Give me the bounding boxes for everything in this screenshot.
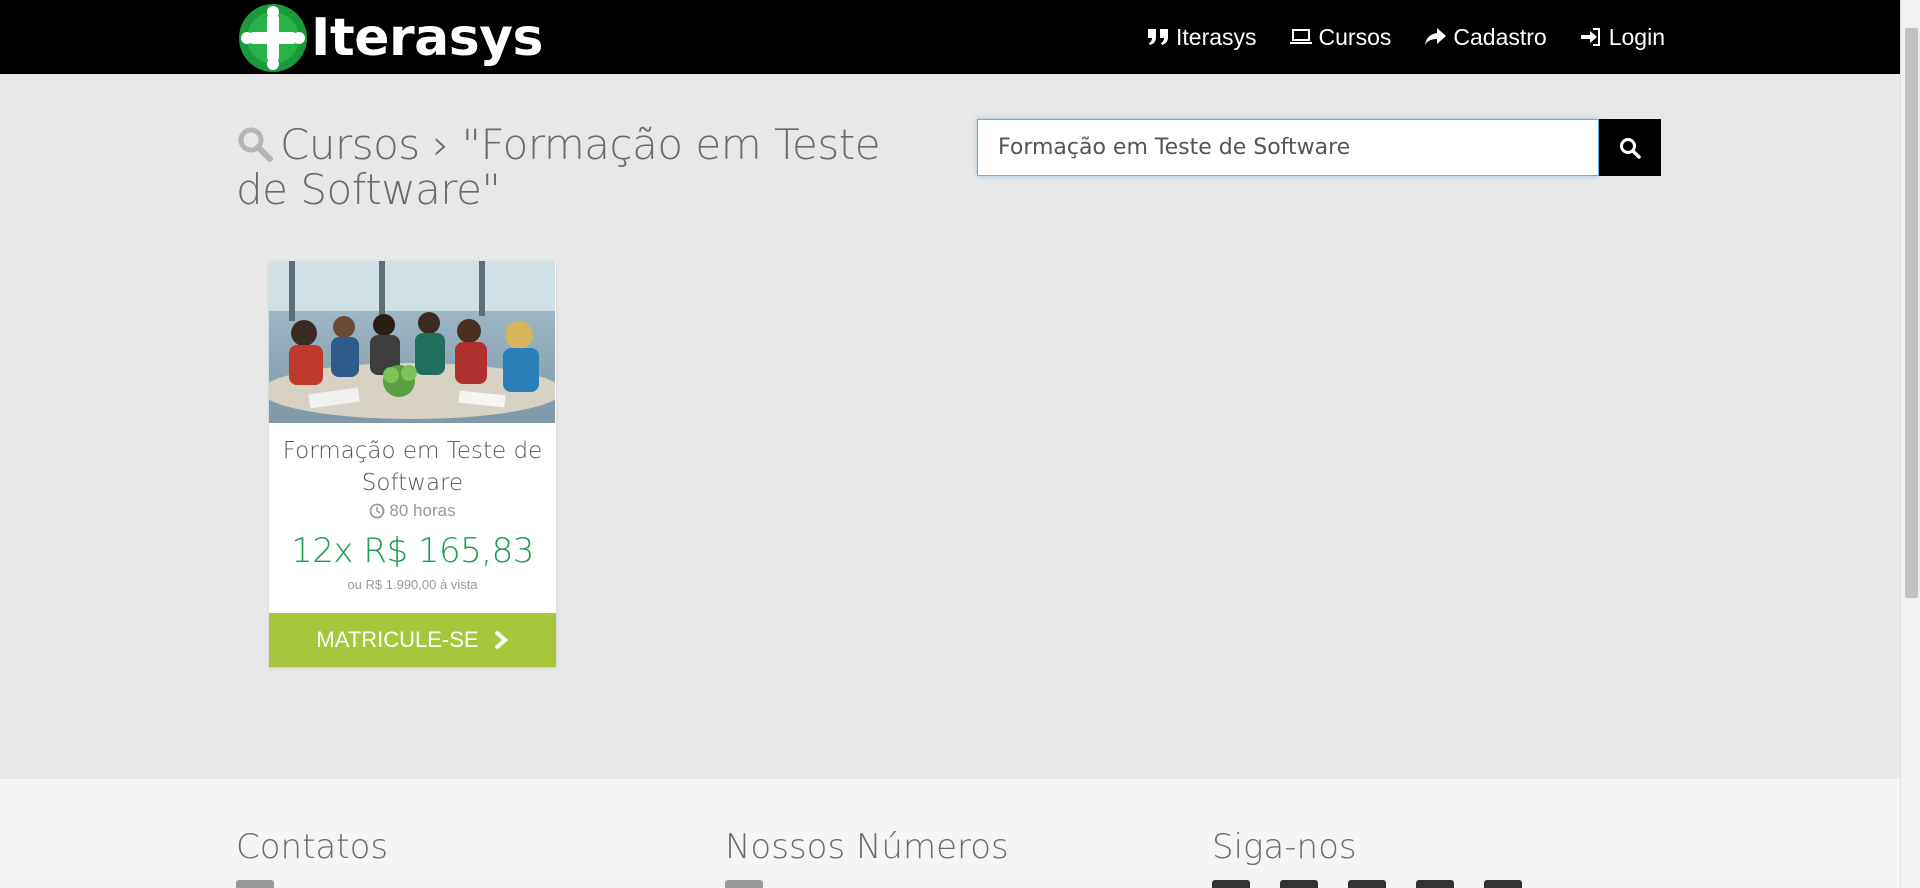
page-scrollbar[interactable]	[1900, 0, 1920, 888]
site-logo[interactable]: Iterasys	[238, 2, 544, 74]
linkedin-icon[interactable]	[1484, 880, 1522, 888]
course-card: Formação em Teste de Software 80 horas 1…	[269, 261, 556, 667]
search-icon	[1620, 137, 1641, 159]
nav-iterasys[interactable]: Iterasys	[1146, 24, 1257, 51]
nav-cursos[interactable]: Cursos	[1289, 23, 1392, 51]
course-image[interactable]	[269, 261, 555, 423]
top-navbar: Iterasys Iterasys Cursos Cadastro Login	[0, 0, 1900, 74]
footer-heading-siga: Siga-nos	[1212, 827, 1357, 867]
share-icon	[1423, 25, 1447, 49]
footer-heading-contatos: Contatos	[236, 827, 389, 867]
footer-heading-numeros: Nossos Números	[725, 827, 1009, 867]
laptop-icon	[1289, 25, 1313, 49]
nav-cadastro[interactable]: Cadastro	[1423, 23, 1547, 51]
course-hours: 80 horas	[269, 501, 556, 521]
chevron-right-icon	[494, 630, 508, 650]
nav-login-label: Login	[1608, 23, 1665, 50]
page-title: Cursos › "Formação em Teste de Software"	[236, 122, 916, 212]
scrollbar-thumb[interactable]	[1905, 28, 1918, 598]
logo-text: Iterasys	[311, 8, 544, 68]
course-price: 12x R$ 165,83	[291, 531, 534, 571]
twitter-icon[interactable]	[1280, 880, 1318, 888]
numbers-icon	[725, 880, 763, 888]
clock-icon	[369, 503, 385, 519]
main-nav: Iterasys Cursos Cadastro Login	[1146, 0, 1665, 74]
nav-iterasys-label: Iterasys	[1176, 23, 1257, 50]
search-button[interactable]	[1599, 119, 1661, 176]
page-title-text: Cursos › "Formação em Teste de Software"	[236, 120, 881, 214]
nav-cursos-label: Cursos	[1318, 23, 1392, 50]
enroll-button[interactable]: MATRICULE-SE	[269, 613, 556, 667]
instagram-icon[interactable]	[1416, 880, 1454, 888]
logo-cross-icon	[239, 4, 307, 72]
contact-icon	[236, 880, 274, 888]
facebook-icon[interactable]	[1212, 880, 1250, 888]
search-form	[977, 119, 1661, 176]
search-icon	[236, 125, 274, 163]
course-hours-text: 80 horas	[389, 501, 456, 520]
nav-login[interactable]: Login	[1579, 24, 1665, 51]
course-title[interactable]: Formação em Teste de Software	[269, 435, 556, 499]
enroll-button-label: MATRICULE-SE	[316, 627, 479, 652]
youtube-icon[interactable]	[1348, 880, 1386, 888]
quote-icon	[1146, 25, 1170, 49]
search-input[interactable]	[977, 119, 1599, 176]
sign-in-icon	[1579, 25, 1603, 49]
nav-cadastro-label: Cadastro	[1453, 23, 1547, 50]
footer: Contatos Nossos Números Siga-nos	[0, 779, 1900, 888]
course-price-cash: ou R$ 1.990,00 à vista	[347, 577, 478, 592]
